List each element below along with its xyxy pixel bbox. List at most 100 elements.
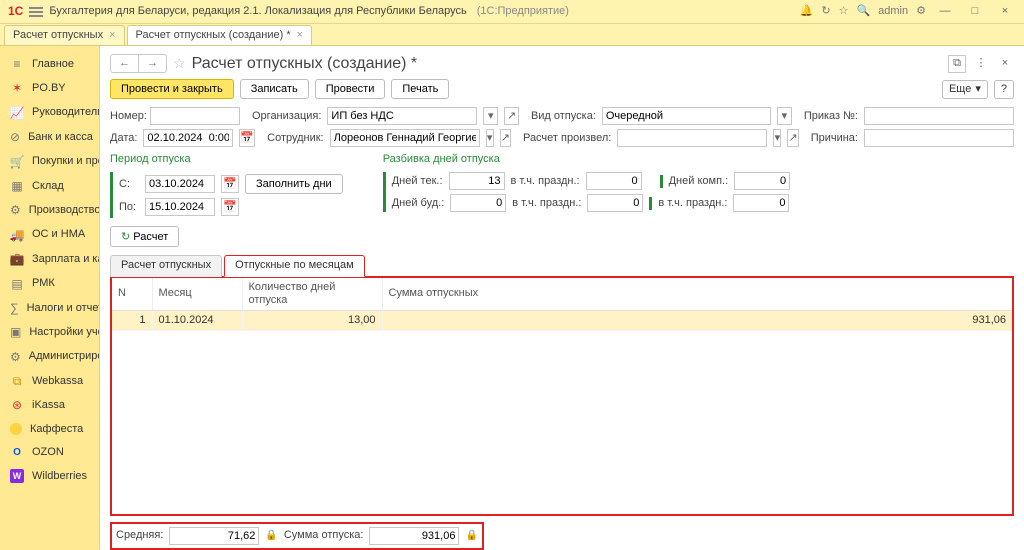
nav-item-settings[interactable]: ▣Настройки учета bbox=[0, 320, 99, 344]
nav-label: Производство bbox=[29, 204, 100, 217]
truck-icon: 🚚 bbox=[10, 228, 24, 242]
dropdown-icon[interactable]: ▾ bbox=[486, 129, 494, 147]
label-org: Организация: bbox=[252, 110, 321, 123]
dropdown-icon[interactable]: ▾ bbox=[777, 107, 792, 125]
vacation-type-field[interactable] bbox=[602, 107, 771, 125]
calculate-button[interactable]: ↻ Расчет bbox=[110, 226, 179, 247]
nav-item-payroll[interactable]: 💼Зарплата и кадры bbox=[0, 247, 99, 271]
open-ref-icon[interactable]: ↗ bbox=[504, 107, 519, 125]
calendar-icon[interactable]: 📅 bbox=[221, 198, 239, 216]
period-to-field[interactable] bbox=[145, 198, 215, 216]
post-button[interactable]: Провести bbox=[315, 79, 386, 99]
help-button[interactable]: ? bbox=[994, 80, 1014, 99]
col-days[interactable]: Количество дней отпуска bbox=[242, 278, 382, 311]
nav-item-admin[interactable]: ⚙Администрирование bbox=[0, 345, 99, 369]
print-button[interactable]: Печать bbox=[391, 79, 449, 99]
maximize-button[interactable]: □ bbox=[964, 5, 986, 18]
save-button[interactable]: Записать bbox=[240, 79, 309, 99]
window-tab[interactable]: Расчет отпускных × bbox=[4, 25, 125, 45]
open-ref-icon[interactable]: ↗ bbox=[500, 129, 511, 147]
user-label: admin bbox=[878, 5, 908, 18]
history-icon[interactable]: ↻ bbox=[821, 5, 830, 18]
calc-by-field[interactable] bbox=[617, 129, 767, 147]
table-row[interactable]: 1 01.10.2024 13,00 931,06 bbox=[112, 310, 1012, 330]
search-icon[interactable]: 🔍 bbox=[856, 5, 870, 18]
lock-icon: 🔒 bbox=[265, 530, 277, 542]
calc-button-label: Расчет bbox=[133, 231, 168, 243]
dropdown-icon[interactable]: ▾ bbox=[773, 129, 781, 147]
days-current-field[interactable] bbox=[449, 172, 505, 190]
col-sum[interactable]: Сумма отпускных bbox=[382, 278, 1012, 311]
calendar-icon[interactable]: 📅 bbox=[239, 129, 255, 147]
star-icon[interactable]: ☆ bbox=[839, 5, 849, 18]
total-sum-field[interactable] bbox=[369, 527, 459, 545]
fill-days-button[interactable]: Заполнить дни bbox=[245, 174, 343, 194]
nav-item-poby[interactable]: ✶PO.BY bbox=[0, 76, 99, 100]
label-reason: Причина: bbox=[811, 132, 858, 145]
organization-field[interactable] bbox=[327, 107, 477, 125]
form-menu-icon[interactable]: ⋮ bbox=[972, 55, 990, 73]
nav-item-webkassa[interactable]: ⧉Webkassa bbox=[0, 369, 99, 393]
order-number-field[interactable] bbox=[864, 107, 1014, 125]
holidays-future-field[interactable] bbox=[587, 194, 643, 212]
col-n[interactable]: N bbox=[112, 278, 152, 311]
tab-close-icon[interactable]: × bbox=[109, 29, 115, 42]
settings-icon[interactable]: ⚙ bbox=[916, 5, 926, 18]
nav-item-assets[interactable]: 🚚ОС и НМА bbox=[0, 223, 99, 247]
home-icon: ≡ bbox=[10, 57, 24, 71]
days-future-field[interactable] bbox=[450, 194, 506, 212]
number-field[interactable] bbox=[150, 107, 240, 125]
minimize-button[interactable]: — bbox=[934, 5, 956, 18]
inner-tab-months[interactable]: Отпускные по месяцам bbox=[224, 255, 365, 276]
nav-label: OZON bbox=[32, 446, 64, 459]
form-close-icon[interactable]: × bbox=[996, 55, 1014, 73]
window-tab[interactable]: Расчет отпускных (создание) * × bbox=[127, 25, 313, 45]
label-to: По: bbox=[119, 201, 139, 214]
nav-item-sales[interactable]: 🛒Покупки и продажи bbox=[0, 150, 99, 174]
dropdown-icon[interactable]: ▾ bbox=[483, 107, 498, 125]
nav-item-production[interactable]: ⚙Производство bbox=[0, 198, 99, 222]
nav-item-main[interactable]: ≡Главное bbox=[0, 52, 99, 76]
calendar-icon[interactable]: 📅 bbox=[221, 175, 239, 193]
label-orderno: Приказ №: bbox=[804, 110, 858, 123]
detach-window-icon[interactable]: ⧉ bbox=[948, 55, 966, 73]
date-field[interactable] bbox=[143, 129, 233, 147]
holidays-comp-field[interactable] bbox=[733, 194, 789, 212]
holidays-current-field[interactable] bbox=[586, 172, 642, 190]
nav-item-taxes[interactable]: ∑Налоги и отчетность bbox=[0, 296, 99, 320]
nav-item-rmk[interactable]: ▤РМК bbox=[0, 272, 99, 296]
post-and-close-button[interactable]: Провести и закрыть bbox=[110, 79, 234, 99]
nav-item-manager[interactable]: 📈Руководителю bbox=[0, 101, 99, 125]
nav-item-wildberries[interactable]: WWildberries bbox=[0, 464, 99, 488]
period-from-field[interactable] bbox=[145, 175, 215, 193]
tab-label: Расчет отпускных bbox=[13, 29, 103, 42]
nav-arrows: ← → bbox=[110, 54, 167, 73]
col-month[interactable]: Месяц bbox=[152, 278, 242, 311]
back-button[interactable]: ← bbox=[111, 55, 138, 72]
warehouse-icon: ▦ bbox=[10, 179, 24, 193]
label-from: С: bbox=[119, 178, 139, 191]
label-employee: Сотрудник: bbox=[267, 132, 324, 145]
window-tabstrip: Расчет отпускных × Расчет отпускных (соз… bbox=[0, 24, 1024, 46]
employee-field[interactable] bbox=[330, 129, 480, 147]
nav-item-ozon[interactable]: OOZON bbox=[0, 441, 99, 464]
reason-field[interactable] bbox=[864, 129, 1014, 147]
more-button[interactable]: Еще▾ bbox=[942, 80, 988, 99]
bell-icon[interactable]: 🔔 bbox=[800, 5, 814, 18]
days-comp-field[interactable] bbox=[734, 172, 790, 190]
forward-button[interactable]: → bbox=[138, 55, 166, 72]
favorite-icon[interactable]: ☆ bbox=[173, 55, 186, 72]
nav-item-kaffesta[interactable]: Каффеста bbox=[0, 418, 99, 441]
nav-item-stock[interactable]: ▦Склад bbox=[0, 174, 99, 198]
nav-item-ikassa[interactable]: ⊛iKassa bbox=[0, 393, 99, 417]
cell-month: 01.10.2024 bbox=[152, 310, 242, 330]
bank-icon: ⊘ bbox=[10, 130, 20, 144]
hamburger-icon[interactable] bbox=[29, 7, 43, 17]
inner-tab-calc[interactable]: Расчет отпускных bbox=[110, 255, 222, 276]
tab-close-icon[interactable]: × bbox=[297, 29, 303, 42]
close-button[interactable]: × bbox=[994, 5, 1016, 18]
nav-item-bank[interactable]: ⊘Банк и касса bbox=[0, 125, 99, 149]
avg-field[interactable] bbox=[169, 527, 259, 545]
open-ref-icon[interactable]: ↗ bbox=[787, 129, 798, 147]
label-dbud: Дней буд.: bbox=[392, 197, 445, 210]
